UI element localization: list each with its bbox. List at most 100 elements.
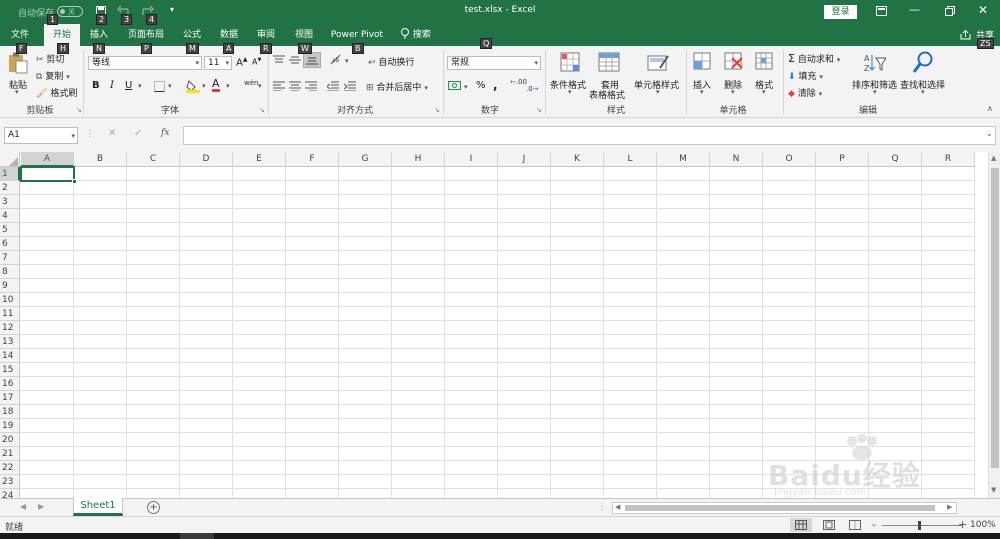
- paste-button[interactable]: 粘贴 ▾: [4, 50, 32, 96]
- column-header[interactable]: K: [551, 152, 604, 167]
- grid-column[interactable]: [74, 167, 127, 498]
- zoom-out-button[interactable]: -: [872, 518, 876, 531]
- vertical-scrollbar[interactable]: ▲ ▼: [988, 152, 1000, 498]
- comma-style-button[interactable]: ,: [493, 78, 498, 92]
- row-header[interactable]: 24: [0, 489, 20, 498]
- row-header[interactable]: 6: [0, 237, 20, 251]
- fill-button[interactable]: ⬇ 填充 ▾: [788, 69, 823, 82]
- row-header[interactable]: 13: [0, 335, 20, 349]
- fill-color-icon[interactable]: [186, 79, 200, 93]
- normal-view-button[interactable]: [790, 518, 812, 532]
- grid-column[interactable]: [233, 167, 286, 498]
- format-cells-button[interactable]: 格式 ▾: [752, 50, 778, 102]
- orientation-icon[interactable]: ab: [330, 54, 344, 66]
- phonetic-dropdown-icon[interactable]: ▾: [258, 82, 262, 90]
- grid-column[interactable]: [286, 167, 339, 498]
- grid-column[interactable]: [21, 167, 74, 498]
- cancel-entry-icon[interactable]: ✕: [108, 128, 116, 139]
- grid-column[interactable]: [127, 167, 180, 498]
- insert-cells-button[interactable]: 插入 ▾: [690, 50, 716, 102]
- grid-column[interactable]: [657, 167, 710, 498]
- column-header[interactable]: G: [339, 152, 392, 167]
- customize-qat-icon[interactable]: ▾: [170, 5, 174, 14]
- clipboard-launcher-icon[interactable]: ↘: [76, 106, 82, 114]
- grid-column[interactable]: [604, 167, 657, 498]
- cell-styles-button[interactable]: 单元格样式 ▾: [633, 50, 683, 102]
- font-name-combo[interactable]: 等线 ▾: [88, 56, 202, 70]
- scroll-left-icon[interactable]: ◀: [615, 503, 620, 511]
- scroll-up-icon[interactable]: ▲: [991, 154, 996, 162]
- increase-indent-icon[interactable]: [344, 81, 356, 91]
- column-header[interactable]: E: [233, 152, 286, 167]
- fill-color-dropdown-icon[interactable]: ▾: [202, 82, 206, 90]
- taskbar-app-excel[interactable]: [180, 533, 214, 539]
- row-header[interactable]: 17: [0, 391, 20, 405]
- next-sheet-icon[interactable]: ▶: [38, 502, 44, 511]
- wrap-text-button[interactable]: ↩ 自动换行: [368, 55, 414, 68]
- column-header[interactable]: O: [763, 152, 816, 167]
- confirm-entry-icon[interactable]: ✓: [134, 128, 142, 139]
- align-bottom-button[interactable]: [303, 52, 321, 68]
- underline-dropdown-icon[interactable]: ▾: [138, 82, 142, 90]
- select-all-corner[interactable]: [0, 152, 20, 167]
- find-select-button[interactable]: 查找和选择 ▾: [900, 50, 948, 102]
- format-as-table-button[interactable]: 套用 表格格式: [588, 50, 630, 102]
- horizontal-scrollbar[interactable]: ◀ ▶: [612, 502, 957, 514]
- restore-icon[interactable]: [945, 6, 955, 16]
- grid-column[interactable]: [551, 167, 604, 498]
- number-launcher-icon[interactable]: ↘: [536, 106, 542, 114]
- insert-function-button[interactable]: fx: [161, 128, 169, 138]
- align-top-icon[interactable]: [273, 55, 285, 65]
- column-header[interactable]: B: [74, 152, 127, 167]
- ribbon-display-icon[interactable]: [876, 6, 887, 16]
- orientation-dropdown-icon[interactable]: ▾: [345, 57, 349, 65]
- fill-handle[interactable]: [72, 179, 77, 184]
- italic-button[interactable]: I: [110, 80, 114, 91]
- share-icon[interactable]: [960, 30, 971, 40]
- column-header[interactable]: J: [498, 152, 551, 167]
- autosave-toggle[interactable]: 关: [57, 6, 83, 17]
- bold-button[interactable]: B: [92, 80, 100, 91]
- row-header[interactable]: 2: [0, 181, 20, 195]
- merge-center-button[interactable]: ⊞ 合并后居中 ▾: [366, 80, 428, 93]
- alignment-launcher-icon[interactable]: ↘: [434, 106, 440, 114]
- row-header[interactable]: 10: [0, 293, 20, 307]
- page-break-view-icon[interactable]: [849, 520, 861, 530]
- decrease-decimal-button[interactable]: .0→: [526, 86, 539, 93]
- clear-button[interactable]: ◆ 清除 ▾: [788, 86, 822, 99]
- row-header[interactable]: 7: [0, 251, 20, 265]
- align-middle-icon[interactable]: [289, 55, 301, 65]
- autosum-button[interactable]: Σ 自动求和 ▾: [788, 52, 840, 65]
- formula-input[interactable]: [183, 126, 996, 145]
- borders-dropdown-icon[interactable]: ▾: [168, 82, 172, 90]
- row-header[interactable]: 15: [0, 363, 20, 377]
- horizontal-scroll-thumb[interactable]: [625, 505, 935, 511]
- column-header[interactable]: L: [604, 152, 657, 167]
- row-header[interactable]: 14: [0, 349, 20, 363]
- minimize-icon[interactable]: —: [909, 3, 920, 16]
- zoom-slider-thumb[interactable]: [918, 521, 921, 530]
- column-header[interactable]: C: [127, 152, 180, 167]
- column-header[interactable]: A: [21, 152, 74, 167]
- align-right-icon[interactable]: [305, 81, 317, 91]
- vertical-scroll-thumb[interactable]: [991, 168, 999, 468]
- accounting-dropdown-icon[interactable]: ▾: [464, 83, 468, 91]
- font-launcher-icon[interactable]: ↘: [259, 106, 265, 114]
- zoom-slider[interactable]: [882, 521, 962, 530]
- align-center-icon[interactable]: [289, 81, 301, 91]
- collapse-ribbon-icon[interactable]: ∧: [987, 104, 993, 113]
- grow-font-button[interactable]: A▲: [236, 56, 247, 68]
- row-header[interactable]: 23: [0, 475, 20, 489]
- sort-filter-button[interactable]: AZ 排序和筛选 ▾: [852, 50, 900, 102]
- borders-icon[interactable]: [154, 81, 166, 92]
- row-header[interactable]: 5: [0, 223, 20, 237]
- row-header[interactable]: 4: [0, 209, 20, 223]
- row-header[interactable]: 21: [0, 447, 20, 461]
- grid-column[interactable]: [339, 167, 392, 498]
- format-painter-button[interactable]: 🖌 格式刷: [36, 86, 77, 99]
- column-header[interactable]: M: [657, 152, 710, 167]
- column-header[interactable]: H: [392, 152, 445, 167]
- row-header[interactable]: 22: [0, 461, 20, 475]
- font-color-button[interactable]: A: [212, 78, 220, 92]
- grid-column[interactable]: [392, 167, 445, 498]
